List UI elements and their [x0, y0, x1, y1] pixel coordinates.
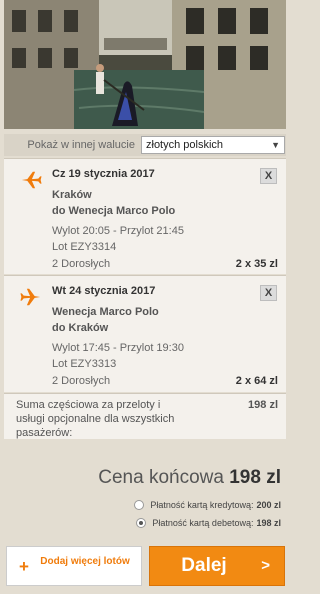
flight-card-outbound: Cz 19 stycznia 2017 X Kraków do Wenecja …	[4, 158, 286, 274]
flight-origin: Kraków	[52, 189, 92, 201]
currency-selected-value: złotych polskich	[146, 139, 224, 151]
subtotal-amount: 198 zl	[248, 399, 278, 411]
flight-date: Cz 19 stycznia 2017	[52, 168, 155, 180]
add-more-flights-button[interactable]: + Dodaj więcej lotów	[6, 546, 142, 586]
flight-date: Wt 24 stycznia 2017	[52, 285, 156, 297]
airplane-icon	[20, 169, 42, 191]
plus-icon: +	[19, 557, 29, 576]
remove-flight-button[interactable]: X	[260, 285, 277, 301]
flight-passengers: 2 Dorosłych	[52, 258, 111, 270]
flight-times: Wylot 20:05 - Przylot 21:45	[52, 225, 184, 237]
final-price-amount: 198 zl	[229, 467, 281, 488]
payment-option-credit[interactable]: Płatność kartą kredytową: 200 zl	[134, 500, 281, 510]
payment-option-label: Płatność kartą kredytową:	[150, 500, 254, 510]
radio-credit-card[interactable]	[134, 500, 145, 510]
venice-gondola-photo	[4, 0, 286, 129]
flight-destination: do Kraków	[52, 322, 109, 334]
airplane-icon	[20, 286, 42, 308]
payment-option-amount: 200 zl	[256, 500, 281, 510]
currency-row: Pokaż w innej walucie złotych polskich ▼	[4, 134, 286, 156]
next-button-label: Dalej	[181, 555, 227, 576]
flight-price: 2 x 35 zl	[235, 258, 278, 270]
chevron-down-icon: ▼	[271, 140, 280, 150]
payment-option-amount: 198 zl	[256, 518, 281, 528]
radio-debit-card[interactable]	[136, 518, 147, 528]
flight-destination: do Wenecja Marco Polo	[52, 205, 176, 217]
payment-option-debit[interactable]: Płatność kartą debetową: 198 zl	[136, 518, 281, 528]
flight-price: 2 x 64 zl	[235, 375, 278, 387]
flight-times: Wylot 17:45 - Przylot 19:30	[52, 342, 184, 354]
flight-number: Lot EZY3313	[52, 358, 117, 370]
flight-origin: Wenecja Marco Polo	[52, 306, 159, 318]
subtotal-label: Suma częściowa za przeloty i usługi opcj…	[16, 399, 175, 439]
final-price-label: Cena końcowa	[98, 467, 224, 488]
chevron-right-icon: >	[261, 557, 270, 574]
subtotal-summary: Suma częściowa za przeloty i usługi opcj…	[4, 393, 286, 439]
next-button[interactable]: Dalej >	[149, 546, 285, 586]
currency-select[interactable]: złotych polskich ▼	[141, 136, 285, 154]
flight-card-return: Wt 24 stycznia 2017 X Wenecja Marco Polo…	[4, 275, 286, 392]
remove-flight-button[interactable]: X	[260, 168, 277, 184]
currency-label: Pokaż w innej walucie	[27, 139, 135, 151]
flight-passengers: 2 Dorosłych	[52, 375, 111, 387]
flight-number: Lot EZY3314	[52, 241, 117, 253]
payment-option-label: Płatność kartą debetową:	[152, 518, 254, 528]
final-price: Cena końcowa 198 zl	[98, 467, 281, 489]
add-more-flights-label: Dodaj więcej lotów	[40, 556, 130, 567]
